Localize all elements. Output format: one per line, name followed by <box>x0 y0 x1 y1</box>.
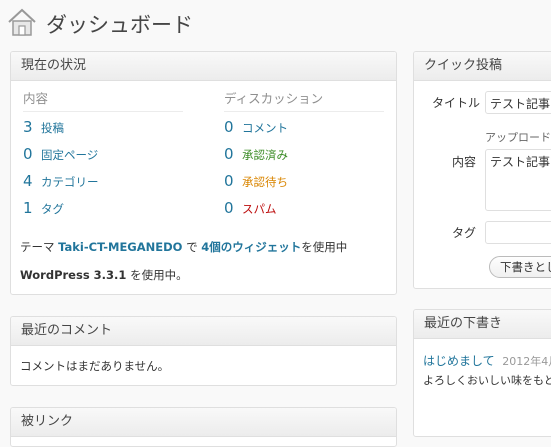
content-item-categories[interactable]: 4 カテゴリー <box>23 170 99 192</box>
draft-excerpt: よろしくおいしい味をもとめ <box>423 374 551 387</box>
title-label: タイトル <box>432 96 481 110</box>
discussion-item-comments[interactable]: 0 コメント <box>224 116 288 138</box>
tags-link[interactable]: タグ <box>41 202 64 216</box>
posts-count[interactable]: 3 <box>23 116 39 138</box>
page-title: ダッシュボード <box>46 13 193 37</box>
draft-date: 2012年4月 <box>502 355 551 368</box>
no-comments-message: コメントはまだありません。 <box>20 359 170 373</box>
recent-comments-box: 最近のコメント コメントはまだありません。 <box>10 316 397 386</box>
tags-input[interactable] <box>485 221 551 244</box>
draft-title-link[interactable]: はじめまして <box>423 354 495 368</box>
content-heading: 内容 <box>23 88 183 112</box>
content-item-tags[interactable]: 1 タグ <box>23 197 64 219</box>
theme-link[interactable]: Taki-CT-MEGANEDO <box>58 240 182 254</box>
quick-press-title[interactable]: クイック投稿 <box>414 52 551 81</box>
content-item-pages[interactable]: 0 固定ページ <box>23 143 98 165</box>
right-now-title[interactable]: 現在の状況 <box>11 52 396 81</box>
content-item-posts[interactable]: 3 投稿 <box>23 116 64 138</box>
widgets-link[interactable]: 4個のウィジェット <box>201 240 301 254</box>
pending-count[interactable]: 0 <box>224 170 240 192</box>
recent-comments-title[interactable]: 最近のコメント <box>11 317 396 346</box>
posts-link[interactable]: 投稿 <box>41 121 64 135</box>
tags-label: タグ <box>452 226 477 240</box>
content-label: 内容 <box>452 155 477 169</box>
theme-info: テーマ Taki-CT-MEGANEDO で 4個のウィジェットを使用中 <box>20 239 347 255</box>
approved-link[interactable]: 承認済み <box>242 148 288 162</box>
quick-press-box: クイック投稿 タイトル テスト記事 アップロード/ 内容 テスト記事で タグ 下… <box>413 51 551 289</box>
right-now-box: 現在の状況 内容 ディスカッション 3 投稿 0 固定ページ 4 カテゴリー 1 タグ … <box>10 51 397 295</box>
wp-version: WordPress 3.3.1 <box>20 268 127 282</box>
discussion-item-pending[interactable]: 0 承認待ち <box>224 170 288 192</box>
theme-prefix: テーマ <box>20 240 59 254</box>
incoming-links-title[interactable]: 被リンク <box>11 408 396 437</box>
wp-version-info: WordPress 3.3.1 を使用中。 <box>20 267 188 283</box>
spam-count[interactable]: 0 <box>224 197 240 219</box>
pages-link[interactable]: 固定ページ <box>41 148 98 162</box>
discussion-item-spam[interactable]: 0 スパム <box>224 197 277 219</box>
discussion-heading: ディスカッション <box>224 88 384 112</box>
title-input[interactable]: テスト記事 <box>485 91 551 114</box>
pending-link[interactable]: 承認待ち <box>242 175 288 189</box>
content-textarea[interactable]: テスト記事で <box>485 149 551 211</box>
home-icon <box>8 8 36 36</box>
save-draft-button[interactable]: 下書きとし <box>489 256 551 278</box>
comments-count[interactable]: 0 <box>224 116 240 138</box>
draft-item: はじめまして 2012年4月 <box>423 352 551 369</box>
wp-suffix: を使用中。 <box>126 268 188 282</box>
categories-count[interactable]: 4 <box>23 170 39 192</box>
comments-link[interactable]: コメント <box>242 121 288 135</box>
categories-link[interactable]: カテゴリー <box>41 175 99 189</box>
tags-count[interactable]: 1 <box>23 197 39 219</box>
incoming-links-box: 被リンク <box>10 407 397 447</box>
approved-count[interactable]: 0 <box>224 143 240 165</box>
theme-mid: で <box>182 240 202 254</box>
spam-link[interactable]: スパム <box>242 202 277 216</box>
theme-suffix: を使用中 <box>301 240 348 254</box>
discussion-item-approved[interactable]: 0 承認済み <box>224 143 288 165</box>
pages-count[interactable]: 0 <box>23 143 39 165</box>
upload-insert-label[interactable]: アップロード/ <box>485 129 551 145</box>
recent-drafts-title[interactable]: 最近の下書き <box>414 310 551 339</box>
recent-drafts-box: 最近の下書き はじめまして 2012年4月 よろしくおいしい味をもとめ <box>413 309 551 437</box>
